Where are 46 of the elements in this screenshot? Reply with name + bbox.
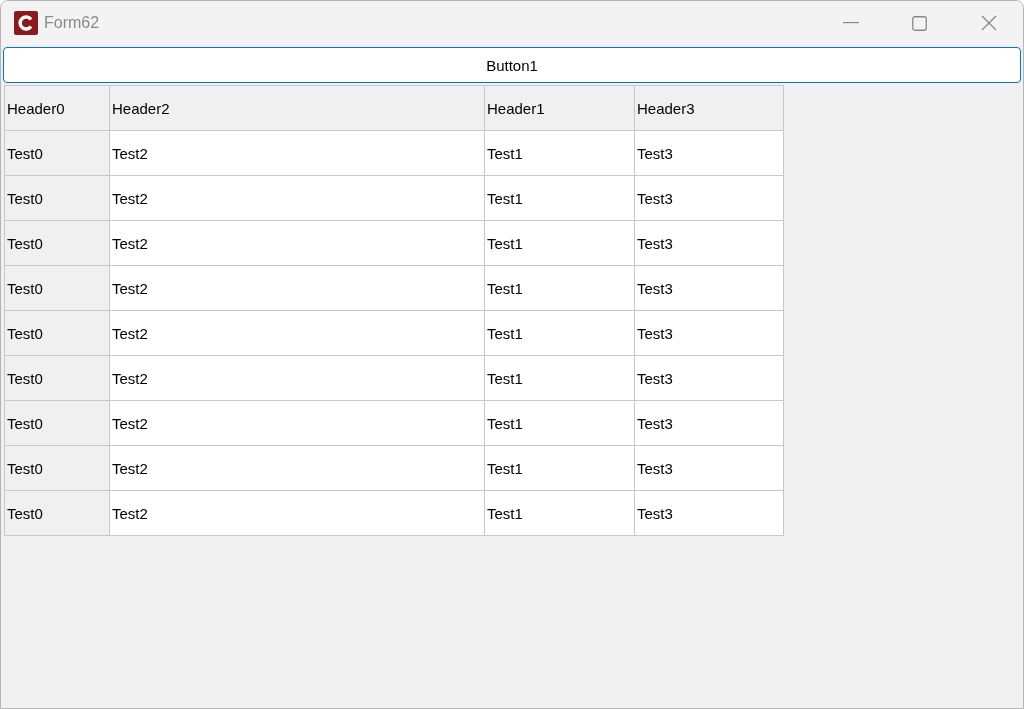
column-header[interactable]: Header2 bbox=[110, 86, 485, 131]
table-cell: Test2 bbox=[110, 176, 485, 221]
table-cell: Test2 bbox=[110, 266, 485, 311]
row-header-cell: Test0 bbox=[5, 221, 110, 266]
table-cell: Test1 bbox=[485, 446, 635, 491]
app-logo-icon bbox=[14, 11, 38, 35]
table-cell: Test3 bbox=[635, 446, 784, 491]
table-cell: Test3 bbox=[635, 311, 784, 356]
table-cell: Test2 bbox=[110, 221, 485, 266]
table-cell: Test3 bbox=[635, 176, 784, 221]
table-cell: Test2 bbox=[110, 491, 485, 536]
close-icon bbox=[980, 15, 997, 31]
table-cell: Test2 bbox=[110, 401, 485, 446]
row-header-cell: Test0 bbox=[5, 446, 110, 491]
row-header-cell: Test0 bbox=[5, 266, 110, 311]
table-cell: Test3 bbox=[635, 221, 784, 266]
table-cell: Test3 bbox=[635, 356, 784, 401]
row-header-cell: Test0 bbox=[5, 176, 110, 221]
table-cell: Test3 bbox=[635, 131, 784, 176]
row-header-cell: Test0 bbox=[5, 356, 110, 401]
table-cell: Test1 bbox=[485, 401, 635, 446]
table-cell: Test1 bbox=[485, 491, 635, 536]
table-cell: Test2 bbox=[110, 131, 485, 176]
row-header-cell: Test0 bbox=[5, 311, 110, 356]
push-button[interactable]: Button1 bbox=[3, 47, 1021, 83]
table-cell: Test2 bbox=[110, 356, 485, 401]
table-cell: Test1 bbox=[485, 356, 635, 401]
table-cell: Test1 bbox=[485, 266, 635, 311]
table-cell: Test1 bbox=[485, 176, 635, 221]
table-cell: Test2 bbox=[110, 446, 485, 491]
table-cell: Test1 bbox=[485, 221, 635, 266]
row-header-cell: Test0 bbox=[5, 491, 110, 536]
maximize-icon bbox=[912, 15, 927, 31]
table-cell: Test3 bbox=[635, 491, 784, 536]
column-header[interactable]: Header3 bbox=[635, 86, 784, 131]
row-header-cell: Test0 bbox=[5, 131, 110, 176]
table-cell: Test3 bbox=[635, 401, 784, 446]
table-cell: Test1 bbox=[485, 311, 635, 356]
table-cell: Test2 bbox=[110, 311, 485, 356]
window-title: Form62 bbox=[44, 14, 100, 32]
minimize-icon bbox=[842, 22, 859, 24]
row-header-cell: Test0 bbox=[5, 401, 110, 446]
table-cell: Test1 bbox=[485, 131, 635, 176]
table-cell: Test3 bbox=[635, 266, 784, 311]
column-header[interactable]: Header0 bbox=[5, 86, 110, 131]
column-header[interactable]: Header1 bbox=[485, 86, 635, 131]
